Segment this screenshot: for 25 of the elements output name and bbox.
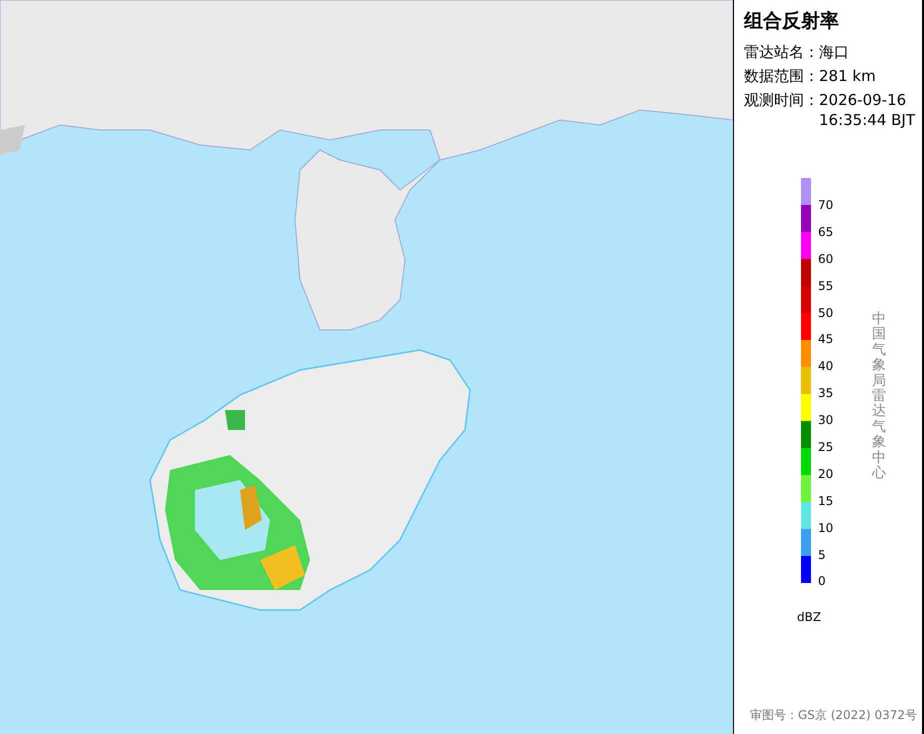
unit-label: dBZ	[797, 610, 822, 624]
scale-label: 70	[818, 198, 834, 212]
scale-label: 55	[818, 278, 834, 293]
info-label: 数据范围：	[744, 66, 819, 86]
info-value: 2026-09-16 16:35:44 BJT	[819, 90, 916, 130]
scale-label: 65	[818, 224, 834, 239]
scale-label: 10	[818, 520, 834, 535]
scale-label: 60	[818, 252, 834, 266]
scale-label: 15	[818, 494, 834, 508]
scale-label: 45	[818, 332, 834, 346]
scale-label: 25	[818, 440, 834, 454]
scale-label: 40	[818, 359, 834, 374]
info-value: 281 km	[819, 66, 877, 86]
scale-label: 5	[818, 548, 826, 562]
info-label: 雷达站名：	[744, 42, 819, 62]
scale-label: 20	[818, 466, 834, 481]
approval-number: 审图号：GS京 (2022) 0372号	[750, 707, 917, 724]
scale-label: 50	[818, 306, 834, 320]
info-value: 海口	[819, 42, 850, 62]
vertical-caption: 中国气象局雷达气象中心	[872, 312, 886, 482]
scale-label: 35	[818, 386, 834, 400]
scale-label: 0	[818, 574, 826, 588]
scale-label: 30	[818, 413, 834, 428]
product-title: 组合反射率	[744, 9, 840, 34]
info-label: 观测时间：	[744, 90, 819, 111]
